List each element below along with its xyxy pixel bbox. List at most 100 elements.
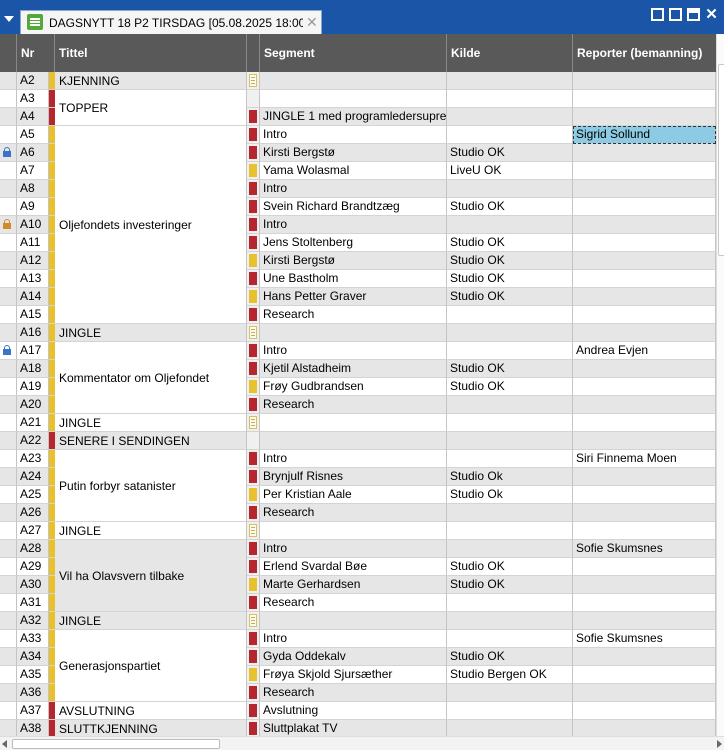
close-tab-icon[interactable]: ✕ [306, 14, 318, 31]
row-number[interactable]: A14 [17, 288, 49, 306]
segment-cell[interactable]: Jens Stoltenberg [260, 234, 447, 252]
close-window-icon[interactable]: ✕ [705, 7, 718, 22]
reporter-cell[interactable] [573, 216, 716, 234]
title-cell[interactable]: SENERE I SENDINGEN [55, 432, 247, 450]
row-number[interactable]: A37 [17, 702, 49, 720]
scroll-left-icon[interactable] [2, 740, 7, 748]
maximize-window-icon[interactable] [687, 8, 700, 21]
kilde-cell[interactable] [447, 90, 573, 108]
segment-cell[interactable]: Frøya Skjold Sjursæther [260, 666, 447, 684]
title-cell[interactable]: JINGLE [55, 522, 247, 540]
kilde-column-header[interactable]: Kilde [447, 34, 573, 72]
reporter-cell[interactable] [573, 72, 716, 90]
reporter-cell[interactable] [573, 162, 716, 180]
kilde-cell[interactable] [447, 306, 573, 324]
row-number[interactable]: A7 [17, 162, 49, 180]
reporter-cell[interactable] [573, 432, 716, 450]
kilde-cell[interactable]: Studio OK [447, 144, 573, 162]
segment-cell[interactable]: Marte Gerhardsen [260, 576, 447, 594]
row-number[interactable]: A28 [17, 540, 49, 558]
kilde-cell[interactable]: Studio OK [447, 576, 573, 594]
row-number[interactable]: A25 [17, 486, 49, 504]
scroll-right-icon[interactable] [717, 740, 722, 748]
row-number[interactable]: A33 [17, 630, 49, 648]
kilde-cell[interactable] [447, 324, 573, 342]
row-number[interactable]: A15 [17, 306, 49, 324]
kilde-cell[interactable]: LiveU OK [447, 162, 573, 180]
segment-column-header[interactable]: Segment [260, 34, 447, 72]
reporter-cell[interactable] [573, 324, 716, 342]
reporter-cell[interactable] [573, 702, 716, 720]
reporter-cell[interactable] [573, 414, 716, 432]
vertical-scroll-thumb[interactable] [718, 64, 724, 256]
rundown-tab[interactable]: DAGSNYTT 18 P2 TIRSDAG [05.08.2025 18:00… [20, 10, 322, 34]
horizontal-scrollbar[interactable] [0, 736, 724, 750]
reporter-cell[interactable] [573, 198, 716, 216]
kilde-cell[interactable]: Studio Bergen OK [447, 666, 573, 684]
row-number[interactable]: A9 [17, 198, 49, 216]
title-cell[interactable]: TOPPER [55, 90, 247, 126]
row-number[interactable]: A19 [17, 378, 49, 396]
kilde-cell[interactable]: Studio OK [447, 648, 573, 666]
reporter-cell[interactable] [573, 234, 716, 252]
kilde-cell[interactable] [447, 540, 573, 558]
segment-cell[interactable]: Intro [260, 126, 447, 144]
row-number[interactable]: A23 [17, 450, 49, 468]
reporter-cell[interactable] [573, 576, 716, 594]
reporter-cell[interactable]: Sofie Skumsnes [573, 540, 716, 558]
kilde-cell[interactable]: Studio OK [447, 378, 573, 396]
title-cell[interactable]: Generasjonspartiet [55, 630, 247, 702]
row-number[interactable]: A8 [17, 180, 49, 198]
segment-cell[interactable]: Per Kristian Aale [260, 486, 447, 504]
reporter-cell[interactable] [573, 612, 716, 630]
marker-column-header[interactable] [247, 34, 260, 72]
segment-cell[interactable]: Kjetil Alstadheim [260, 360, 447, 378]
row-number[interactable]: A12 [17, 252, 49, 270]
row-number[interactable]: A31 [17, 594, 49, 612]
kilde-cell[interactable] [447, 432, 573, 450]
kilde-cell[interactable] [447, 504, 573, 522]
row-number[interactable]: A10 [17, 216, 49, 234]
segment-cell[interactable]: Research [260, 504, 447, 522]
kilde-cell[interactable] [447, 630, 573, 648]
row-number[interactable]: A2 [17, 72, 49, 90]
title-cell[interactable]: JINGLE [55, 414, 247, 432]
reporter-column-header[interactable]: Reporter (bemanning) [573, 34, 716, 72]
row-number[interactable]: A34 [17, 648, 49, 666]
kilde-cell[interactable] [447, 72, 573, 90]
nr-column-header[interactable]: Nr [17, 34, 55, 72]
row-number[interactable]: A35 [17, 666, 49, 684]
segment-cell[interactable]: Intro [260, 630, 447, 648]
title-cell[interactable]: KJENNING [55, 72, 247, 90]
segment-cell[interactable]: JINGLE 1 med programledersupre [260, 108, 447, 126]
row-number[interactable]: A21 [17, 414, 49, 432]
segment-cell[interactable]: Intro [260, 540, 447, 558]
row-number[interactable]: A4 [17, 108, 49, 126]
kilde-cell[interactable] [447, 216, 573, 234]
reporter-cell[interactable] [573, 558, 716, 576]
row-number[interactable]: A18 [17, 360, 49, 378]
segment-cell[interactable]: Avslutning [260, 702, 447, 720]
reporter-cell[interactable] [573, 684, 716, 702]
reporter-cell[interactable] [573, 252, 716, 270]
title-cell[interactable]: JINGLE [55, 324, 247, 342]
segment-cell[interactable]: Intro [260, 180, 447, 198]
segment-cell[interactable] [260, 432, 447, 450]
segment-cell[interactable] [260, 612, 447, 630]
reporter-cell[interactable] [573, 144, 716, 162]
title-cell[interactable]: Putin forbyr satanister [55, 450, 247, 522]
kilde-cell[interactable] [447, 720, 573, 736]
row-number[interactable]: A38 [17, 720, 49, 736]
vertical-scrollbar[interactable] [716, 34, 724, 736]
reporter-cell[interactable]: Sigrid Sollund [573, 126, 716, 144]
row-number[interactable]: A29 [17, 558, 49, 576]
reporter-cell[interactable] [573, 648, 716, 666]
segment-cell[interactable]: Svein Richard Brandtzæg [260, 198, 447, 216]
row-number[interactable]: A13 [17, 270, 49, 288]
lock-column-header[interactable] [0, 34, 17, 72]
row-number[interactable]: A36 [17, 684, 49, 702]
kilde-cell[interactable] [447, 126, 573, 144]
segment-cell[interactable]: Research [260, 684, 447, 702]
row-number[interactable]: A11 [17, 234, 49, 252]
title-column-header[interactable]: Tittel [55, 34, 247, 72]
